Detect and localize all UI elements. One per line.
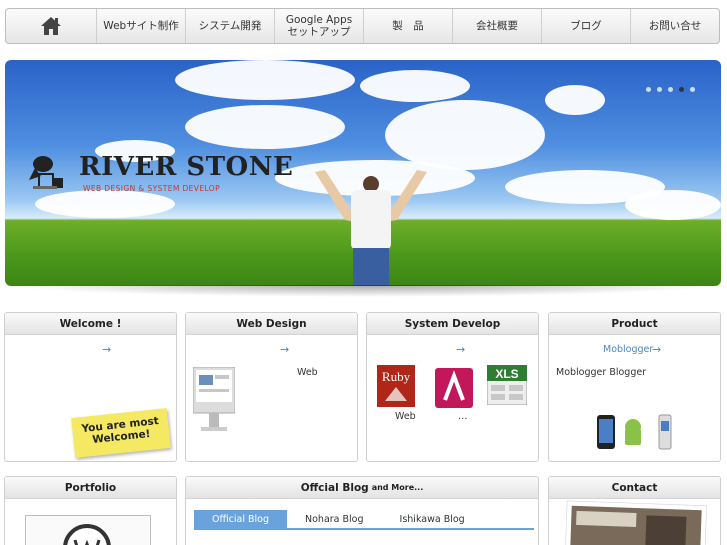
arrow-icon[interactable]: → [456, 343, 465, 356]
tab-ishikawa-blog[interactable]: Ishikawa Blog [382, 510, 483, 528]
arrow-icon[interactable]: → [280, 343, 289, 356]
nav-google-apps[interactable]: Google Apps セットアップ [274, 9, 363, 43]
hero-banner[interactable]: RIVER STONE WEB DESIGN & SYSTEM DEVELOP [5, 60, 721, 286]
wordpress-icon [63, 524, 111, 545]
web-text: Web [395, 411, 416, 422]
access-icon [435, 368, 473, 408]
slide-dot[interactable] [646, 87, 651, 92]
man-photo [315, 170, 427, 286]
imac-image [193, 367, 235, 431]
panel-portfolio: Portfolio [4, 476, 177, 545]
nav-home[interactable] [6, 9, 96, 43]
panel-title: Product [549, 313, 720, 335]
panel-contact: Contact [548, 476, 721, 545]
slide-dot[interactable] [657, 87, 662, 92]
cloud [185, 105, 345, 149]
cloud [545, 85, 605, 115]
slide-indicators [646, 87, 695, 92]
cloud [360, 70, 470, 102]
panel-title: Welcome ! [5, 313, 176, 335]
svg-text:XLS: XLS [495, 367, 518, 381]
hero-shadow [9, 285, 717, 297]
logo-title: RIVER STONE [79, 152, 294, 182]
nav-products[interactable]: 製 品 [363, 9, 452, 43]
slide-dot[interactable] [668, 87, 673, 92]
nav-web-production[interactable]: Webサイト制作 [96, 9, 185, 43]
portfolio-thumbnail[interactable] [25, 515, 151, 545]
ruby-icon: Ruby [377, 365, 415, 407]
home-icon [41, 17, 61, 35]
panel-official-blog: Offcial Blog and More... Official Blog N… [185, 476, 539, 545]
ellipsis-text: … [458, 411, 468, 422]
blog-title-more: and More... [371, 483, 424, 492]
cloud [625, 190, 721, 220]
product-text: Moblogger Blogger [556, 367, 647, 378]
panel-web-design: Web Design → Web [185, 312, 358, 462]
slide-dot-active[interactable] [679, 87, 684, 92]
panel-product: Product Moblogger → Moblogger Blogger [548, 312, 721, 462]
slide-dot[interactable] [690, 87, 695, 92]
panel-system-develop: System Develop → Ruby XLS Web … [366, 312, 539, 462]
main-nav: Webサイト制作 システム開発 Google Apps セットアップ 製 品 会… [5, 8, 720, 44]
panel-title: System Develop [367, 313, 538, 335]
logo-subtitle: WEB DESIGN & SYSTEM DEVELOP [83, 184, 221, 193]
panel-title: Contact [549, 477, 720, 499]
excel-icon: XLS [487, 365, 527, 405]
tab-nohara-blog[interactable]: Nohara Blog [287, 510, 382, 528]
office-photo [565, 500, 707, 545]
cloud [385, 100, 545, 170]
moblogger-link[interactable]: Moblogger [603, 344, 653, 355]
nav-contact[interactable]: お問い合せ [630, 9, 719, 43]
blog-title: Offcial Blog [300, 481, 369, 494]
svg-text:Ruby: Ruby [382, 369, 411, 384]
arrow-icon[interactable]: → [102, 343, 111, 356]
panel-title: Offcial Blog and More... [186, 477, 538, 499]
nav-system-development[interactable]: システム開発 [185, 9, 274, 43]
phones-image [597, 414, 672, 450]
cloud [35, 190, 175, 218]
nav-company[interactable]: 会社概要 [452, 9, 541, 43]
panel-title: Web Design [186, 313, 357, 335]
cloud [175, 60, 355, 100]
panel-title: Portfolio [5, 477, 176, 499]
tab-official-blog[interactable]: Official Blog [194, 510, 288, 528]
web-text: Web [297, 367, 318, 378]
nav-blog[interactable]: ブログ [541, 9, 630, 43]
blog-tabs: Official Blog Nohara Blog Ishikawa Blog [194, 510, 534, 530]
arrow-icon[interactable]: → [652, 343, 661, 356]
welcome-sticky-note: You are most Welcome! [71, 408, 171, 458]
logo-mark-icon [29, 156, 63, 189]
panel-welcome: Welcome ! → You are most Welcome! [4, 312, 177, 462]
